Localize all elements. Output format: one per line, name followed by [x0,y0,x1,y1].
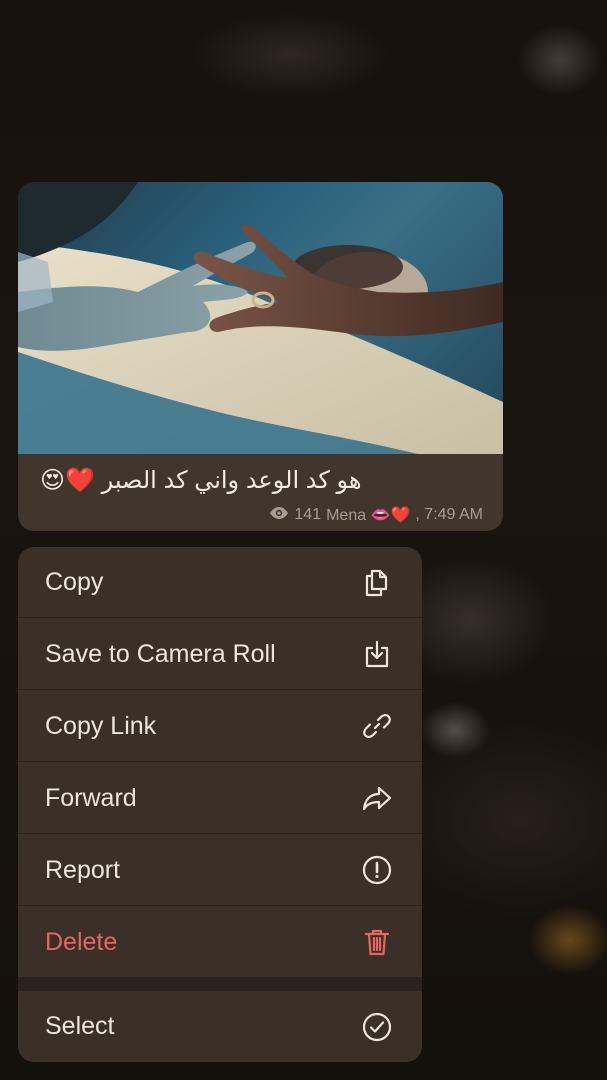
menu-item-delete[interactable]: Delete [18,907,422,978]
context-menu: Copy Save to Camera Roll Copy Link Forwa… [18,547,422,1062]
menu-item-copy-link[interactable]: Copy Link [18,691,422,762]
report-exclamation-icon [360,853,394,887]
message-meta: 141 Mena 👄❤️, 7:49 AM [269,505,483,525]
save-download-icon [360,637,394,671]
trash-icon [360,925,394,959]
message-bubble[interactable]: هو كد الوعد واني كد الصبر ❤️😍 141 Mena 👄… [18,182,503,531]
menu-separator [18,978,422,991]
message-time: , 7:49 AM [415,506,483,523]
author-signature: Mena 👄❤️ [326,507,411,524]
message-caption: هو كد الوعد واني كد الصبر ❤️😍 [40,467,362,494]
view-count: 141 [294,506,322,523]
menu-item-label: Delete [45,927,118,956]
copy-icon [360,565,394,599]
menu-item-save-to-camera-roll[interactable]: Save to Camera Roll [18,619,422,690]
forward-arrow-icon [360,781,394,815]
menu-item-label: Forward [45,783,137,812]
message-caption-area: هو كد الوعد واني كد الصبر ❤️😍 141 Mena 👄… [18,454,503,531]
menu-item-select[interactable]: Select [18,991,422,1062]
menu-item-forward[interactable]: Forward [18,763,422,834]
eye-icon [269,506,289,525]
link-icon [360,709,394,743]
checkmark-circle-icon [360,1010,394,1044]
menu-item-label: Select [45,1012,115,1040]
message-photo[interactable] [18,182,503,454]
menu-item-copy[interactable]: Copy [18,547,422,618]
menu-item-label: Save to Camera Roll [45,639,276,668]
menu-item-label: Copy Link [45,711,157,740]
menu-item-label: Copy [45,567,104,596]
menu-item-label: Report [45,855,121,884]
chat-screen: هو كد الوعد واني كد الصبر ❤️😍 141 Mena 👄… [0,0,607,1080]
menu-item-report[interactable]: Report [18,835,422,906]
